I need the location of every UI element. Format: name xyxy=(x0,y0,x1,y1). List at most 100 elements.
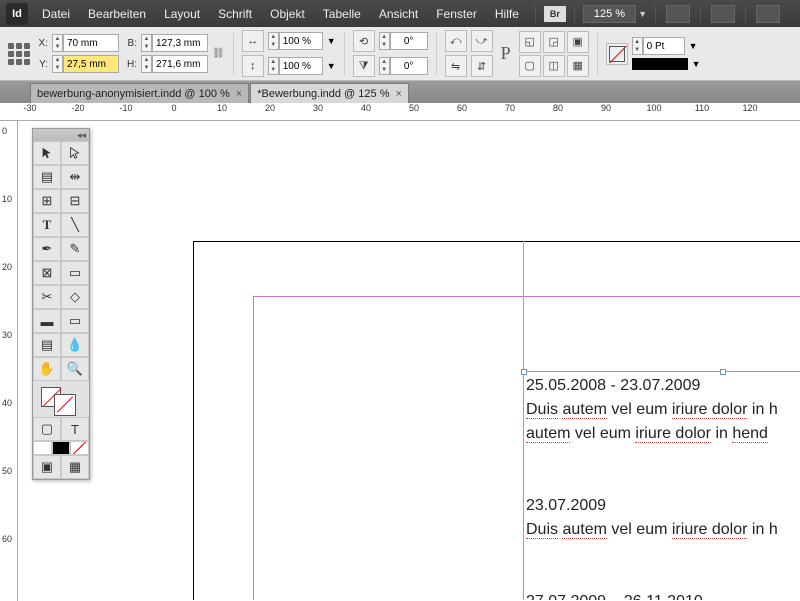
scale-x-field[interactable] xyxy=(279,32,323,50)
zoom-level[interactable]: 125 % xyxy=(583,5,636,23)
close-icon[interactable]: × xyxy=(236,88,242,100)
scissors-tool[interactable]: ✂ xyxy=(33,285,61,309)
bridge-button[interactable]: Br xyxy=(544,6,566,22)
direct-selection-tool[interactable] xyxy=(61,141,89,165)
chevron-down-icon[interactable]: ▼ xyxy=(638,9,647,19)
text-frame[interactable]: 25.05.2008 - 23.07.2009 Duis autem vel e… xyxy=(523,371,800,600)
text-line: 23.07.2009 xyxy=(526,494,800,518)
selection-tool[interactable] xyxy=(33,141,61,165)
height-field[interactable] xyxy=(152,55,208,73)
menu-fenster[interactable]: Fenster xyxy=(428,4,485,24)
w-label: B: xyxy=(123,38,137,49)
rotate-ccw-icon[interactable]: ⤺ xyxy=(445,30,467,52)
shear-spinner[interactable]: ▲▼ xyxy=(379,57,390,75)
app-icon: Id xyxy=(6,3,28,25)
rotation-field[interactable] xyxy=(390,32,428,50)
flip-v-icon[interactable]: ⇵ xyxy=(471,55,493,77)
chevron-down-icon[interactable]: ▼ xyxy=(692,59,701,69)
page-tool[interactable]: ▤ xyxy=(33,165,61,189)
document-tabs: bewerbung-anonymisiert.indd @ 100 %× *Be… xyxy=(0,81,800,103)
width-field[interactable] xyxy=(152,34,208,52)
canvas[interactable]: 25.05.2008 - 23.07.2009 Duis autem vel e… xyxy=(18,121,800,600)
doc-tab-2[interactable]: *Bewerbung.indd @ 125 %× xyxy=(250,83,409,103)
fit-content-icon[interactable]: ▣ xyxy=(567,31,589,53)
formatting-container-icon[interactable]: ▢ xyxy=(33,417,61,441)
content-placer-tool[interactable]: ⊟ xyxy=(61,189,89,213)
flip-h-icon[interactable]: ⇋ xyxy=(445,55,467,77)
view-mode-preview[interactable]: ▦ xyxy=(61,455,89,479)
type-tool[interactable]: T xyxy=(33,213,61,237)
gradient-swatch-tool[interactable]: ▬ xyxy=(33,309,61,333)
rectangle-tool[interactable]: ▭ xyxy=(61,261,89,285)
stroke-style[interactable] xyxy=(632,58,688,70)
h-label: H: xyxy=(123,59,137,70)
collapse-icon[interactable]: ◂◂ xyxy=(77,130,86,141)
vertical-ruler[interactable]: 0 10 20 30 40 50 60 xyxy=(0,121,18,601)
menu-objekt[interactable]: Objekt xyxy=(262,4,313,24)
free-transform-tool[interactable]: ◇ xyxy=(61,285,89,309)
center-content-icon[interactable]: ◫ xyxy=(543,55,565,77)
x-field[interactable] xyxy=(63,34,119,52)
pen-tool[interactable]: ✒ xyxy=(33,237,61,261)
gap-tool[interactable]: ⇹ xyxy=(61,165,89,189)
menu-layout[interactable]: Layout xyxy=(156,4,208,24)
chevron-down-icon[interactable]: ▼ xyxy=(327,61,336,71)
rotate-cw-icon[interactable]: ⤻ xyxy=(471,30,493,52)
x-spinner[interactable]: ▲▼ xyxy=(52,34,63,52)
shear-field[interactable] xyxy=(390,57,428,75)
y-field[interactable] xyxy=(63,55,119,73)
fill-swatch[interactable] xyxy=(606,43,628,65)
scale-y-field[interactable] xyxy=(279,57,323,75)
zoom-tool[interactable]: 🔍 xyxy=(61,357,89,381)
select-content-icon[interactable]: ◲ xyxy=(543,31,565,53)
w-spinner[interactable]: ▲▼ xyxy=(141,34,152,52)
screen-mode-button[interactable] xyxy=(666,5,690,23)
menu-bar: Id Datei Bearbeiten Layout Schrift Objek… xyxy=(0,0,800,27)
content-collector-tool[interactable]: ⊞ xyxy=(33,189,61,213)
constrain-icon[interactable]: ⛓ xyxy=(212,48,225,59)
chevron-down-icon[interactable]: ▼ xyxy=(327,36,336,46)
hand-tool[interactable]: ✋ xyxy=(33,357,61,381)
chevron-down-icon[interactable]: ▼ xyxy=(689,41,698,51)
handle-icon[interactable] xyxy=(720,369,726,375)
gradient-feather-tool[interactable]: ▭ xyxy=(61,309,89,333)
stroke-weight-field[interactable] xyxy=(643,37,685,55)
sx-spinner[interactable]: ▲▼ xyxy=(268,32,279,50)
sy-spinner[interactable]: ▲▼ xyxy=(268,57,279,75)
select-container-icon[interactable]: ◱ xyxy=(519,31,541,53)
y-spinner[interactable]: ▲▼ xyxy=(52,55,63,73)
h-spinner[interactable]: ▲▼ xyxy=(141,55,152,73)
fill-frame-icon[interactable]: ▦ xyxy=(567,55,589,77)
line-tool[interactable]: ╲ xyxy=(61,213,89,237)
toolbox-header[interactable]: ◂◂ xyxy=(33,129,89,141)
horizontal-ruler[interactable]: -30 -20 -10 0 10 20 30 40 50 60 70 80 90… xyxy=(0,103,800,121)
close-icon[interactable]: × xyxy=(395,88,401,100)
menu-ansicht[interactable]: Ansicht xyxy=(371,4,426,24)
view-mode-normal[interactable]: ▣ xyxy=(33,455,61,479)
reference-point[interactable] xyxy=(8,43,30,65)
fill-stroke-swatch[interactable] xyxy=(33,381,89,417)
formatting-text-icon[interactable]: T xyxy=(61,417,89,441)
text-line: Duis autem vel eum iriure dolor in h xyxy=(526,518,800,542)
align-icons[interactable]: ◱ ◲ ▣ ▢ ◫ ▦ xyxy=(519,31,589,77)
rectangle-frame-tool[interactable]: ⊠ xyxy=(33,261,61,285)
stroke-spinner[interactable]: ▲▼ xyxy=(632,37,643,55)
apply-none-icon[interactable] xyxy=(70,441,89,455)
eyedropper-tool[interactable]: 💧 xyxy=(61,333,89,357)
apply-color-icon[interactable] xyxy=(33,441,52,455)
menu-tabelle[interactable]: Tabelle xyxy=(315,4,369,24)
rot-spinner[interactable]: ▲▼ xyxy=(379,32,390,50)
apply-gradient-icon[interactable] xyxy=(52,441,71,455)
rotate-icon: ⟲ xyxy=(353,30,375,52)
fit-frame-icon[interactable]: ▢ xyxy=(519,55,541,77)
pencil-tool[interactable]: ✎ xyxy=(61,237,89,261)
handle-icon[interactable] xyxy=(521,369,527,375)
menu-hilfe[interactable]: Hilfe xyxy=(487,4,527,24)
menu-datei[interactable]: Datei xyxy=(34,4,78,24)
arrange-button[interactable] xyxy=(711,5,735,23)
menu-schrift[interactable]: Schrift xyxy=(210,4,260,24)
workspace-button[interactable] xyxy=(756,5,780,23)
note-tool[interactable]: ▤ xyxy=(33,333,61,357)
doc-tab-1[interactable]: bewerbung-anonymisiert.indd @ 100 %× xyxy=(30,83,249,103)
menu-bearbeiten[interactable]: Bearbeiten xyxy=(80,4,154,24)
